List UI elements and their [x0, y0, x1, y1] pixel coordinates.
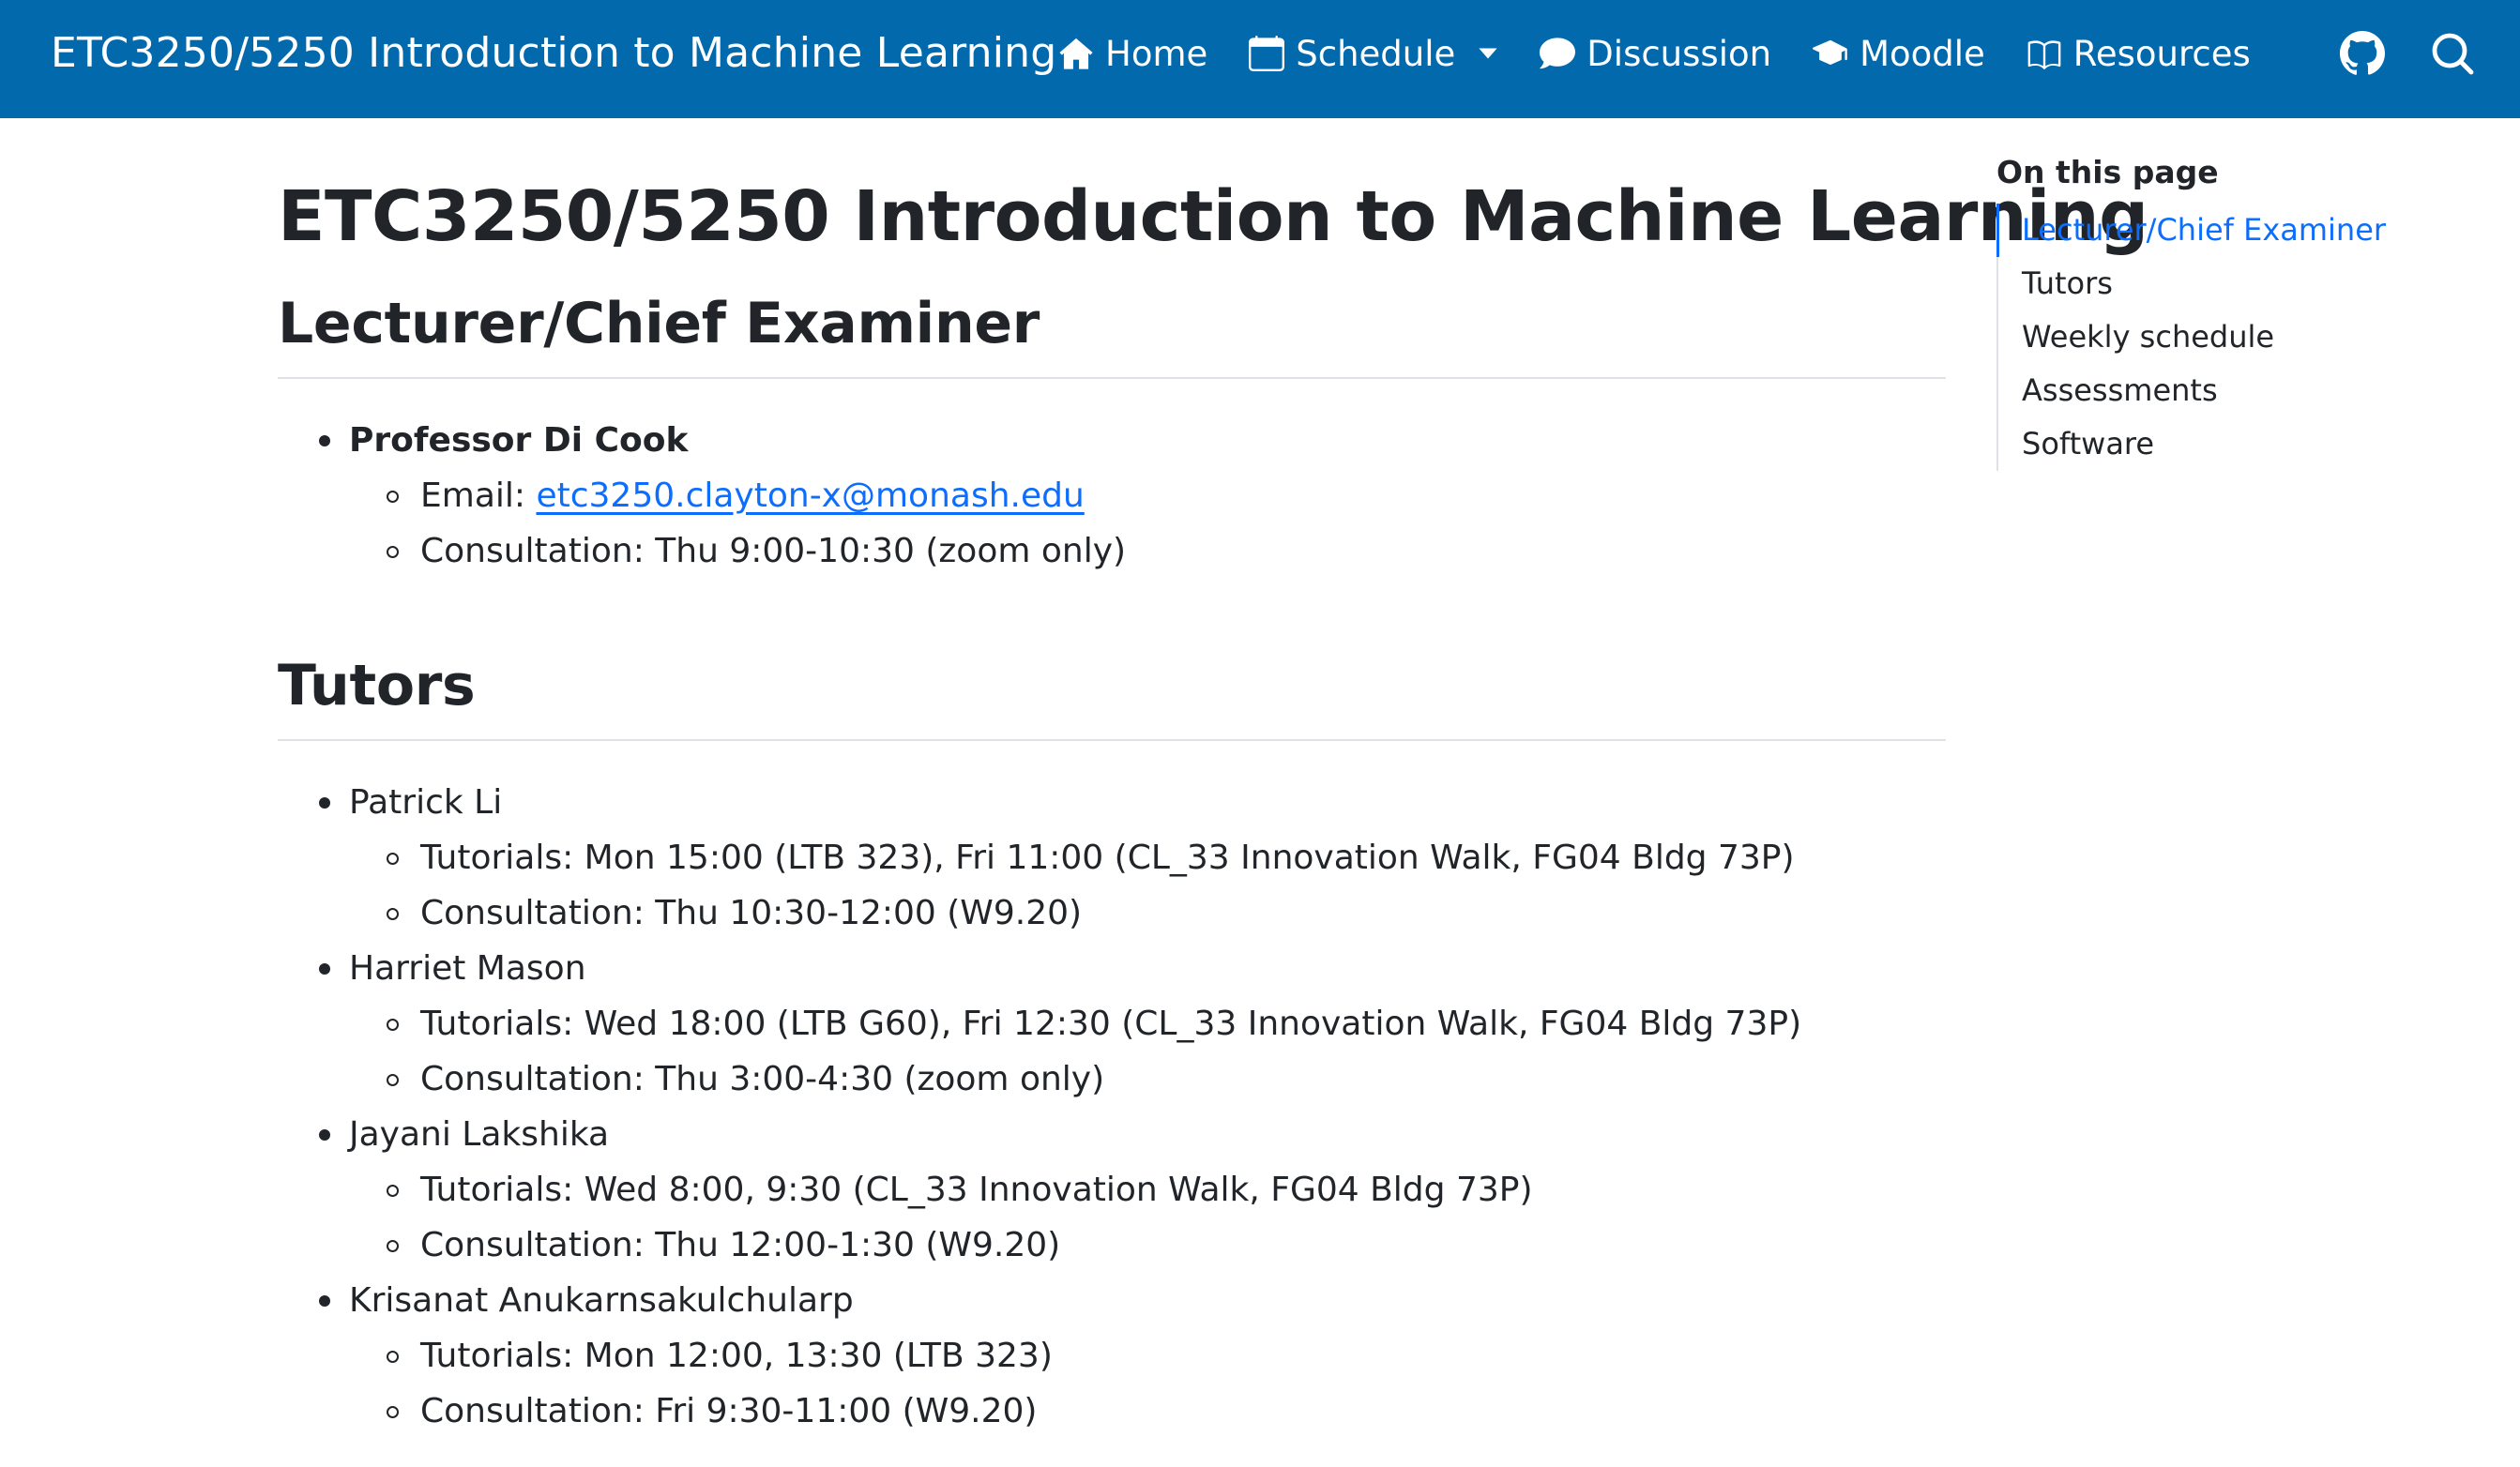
nav-schedule-dropdown[interactable]: Schedule: [1249, 34, 1498, 74]
nav-moodle[interactable]: Moodle: [1813, 34, 1985, 74]
mortarboard-icon: [1813, 39, 1847, 66]
lecturer-name: Professor Di Cook: [349, 421, 689, 460]
toc-item-assessments[interactable]: Assessments: [1996, 364, 2484, 417]
search-icon: [2432, 33, 2474, 75]
tutor-name: Jayani Lakshika: [349, 1115, 610, 1154]
tutor-name: Harriet Mason: [349, 949, 586, 988]
chevron-down-icon: [1479, 48, 1497, 59]
tutor-item: Harriet Mason Tutorials: Wed 18:00 (LTB …: [278, 941, 1946, 1107]
nav-resources[interactable]: Resources: [2027, 34, 2251, 74]
tutor-details: Tutorials: Mon 15:00 (LTB 323), Fri 11:0…: [349, 830, 1946, 941]
calendar-icon: [1249, 36, 1285, 71]
page-title: ETC3250/5250 Introduction to Machine Lea…: [278, 176, 2148, 257]
toc-item-lecturer[interactable]: Lecturer/Chief Examiner: [1996, 204, 2484, 257]
lecturer-details: Email: etc3250.clayton-x@monash.edu Cons…: [349, 468, 1946, 579]
tutor-details: Tutorials: Wed 8:00, 9:30 (CL_33 Innovat…: [349, 1162, 1946, 1273]
tutor-name: Patrick Li: [349, 783, 503, 822]
site-brand[interactable]: ETC3250/5250 Introduction to Machine Lea…: [51, 0, 1056, 107]
email-label: Email:: [420, 476, 537, 515]
tutor-consultation: Consultation: Thu 10:30-12:00 (W9.20): [349, 885, 1946, 941]
github-icon: [2340, 31, 2385, 75]
tutor-item: Krisanat Anukarnsakulchularp Tutorials: …: [278, 1273, 1946, 1439]
lecturer-heading: Lecturer/Chief Examiner: [278, 289, 1946, 379]
nav-links: Home Schedule Discussion Moodle Resource…: [1058, 0, 2292, 107]
tutor-name: Krisanat Anukarnsakulchularp: [349, 1281, 854, 1320]
tutor-item: Jayani Lakshika Tutorials: Wed 8:00, 9:3…: [278, 1107, 1946, 1273]
tutor-consultation: Consultation: Fri 9:30-11:00 (W9.20): [349, 1384, 1946, 1439]
toc-item-software[interactable]: Software: [1996, 417, 2484, 471]
tutor-consultation: Consultation: Thu 12:00-1:30 (W9.20): [349, 1217, 1946, 1273]
toc-item-weekly-schedule[interactable]: Weekly schedule: [1996, 310, 2484, 364]
lecturer-section: Lecturer/Chief Examiner Professor Di Coo…: [278, 289, 1946, 579]
top-navbar: ETC3250/5250 Introduction to Machine Lea…: [0, 0, 2520, 118]
tutors-section: Tutors Patrick Li Tutorials: Mon 15:00 (…: [278, 651, 1946, 1439]
list-item: Email: etc3250.clayton-x@monash.edu: [349, 468, 1946, 523]
nav-right-tools: [2295, 0, 2475, 107]
tutor-details: Tutorials: Mon 12:00, 13:30 (LTB 323) Co…: [349, 1328, 1946, 1439]
nav-moodle-label: Moodle: [1860, 33, 1985, 74]
tutor-tutorials: Tutorials: Wed 8:00, 9:30 (CL_33 Innovat…: [349, 1162, 1946, 1217]
tutors-heading: Tutors: [278, 651, 1946, 741]
nav-schedule-label: Schedule: [1296, 33, 1456, 74]
tutor-tutorials: Tutorials: Wed 18:00 (LTB G60), Fri 12:3…: [349, 996, 1946, 1051]
list-item: Professor Di Cook Email: etc3250.clayton…: [278, 413, 1946, 579]
lecturer-list: Professor Di Cook Email: etc3250.clayton…: [278, 413, 1946, 579]
toc-item-tutors[interactable]: Tutors: [1996, 257, 2484, 310]
list-item: Consultation: Thu 9:00-10:30 (zoom only): [349, 523, 1946, 579]
tutor-item: Patrick Li Tutorials: Mon 15:00 (LTB 323…: [278, 775, 1946, 941]
tutors-list: Patrick Li Tutorials: Mon 15:00 (LTB 323…: [278, 775, 1946, 1439]
table-of-contents: On this page Lecturer/Chief Examiner Tut…: [1996, 154, 2484, 471]
house-icon: [1059, 38, 1093, 69]
tutor-tutorials: Tutorials: Mon 15:00 (LTB 323), Fri 11:0…: [349, 830, 1946, 885]
tutor-details: Tutorials: Wed 18:00 (LTB G60), Fri 12:3…: [349, 996, 1946, 1107]
email-link[interactable]: etc3250.clayton-x@monash.edu: [536, 476, 1084, 515]
toc-title: On this page: [1996, 154, 2219, 190]
nav-home[interactable]: Home: [1058, 34, 1207, 74]
github-link[interactable]: [2340, 31, 2385, 76]
tutor-tutorials: Tutorials: Mon 12:00, 13:30 (LTB 323): [349, 1328, 1946, 1384]
tutor-consultation: Consultation: Thu 3:00-4:30 (zoom only): [349, 1051, 1946, 1107]
search-button[interactable]: [2430, 31, 2475, 76]
nav-discussion-label: Discussion: [1586, 33, 1772, 74]
nav-resources-label: Resources: [2072, 33, 2251, 74]
nav-discussion[interactable]: Discussion: [1540, 34, 1771, 74]
open-book-icon: [2027, 40, 2061, 69]
chat-bubble-icon: [1540, 38, 1576, 69]
nav-home-label: Home: [1105, 33, 1208, 74]
toc-list: Lecturer/Chief Examiner Tutors Weekly sc…: [1996, 204, 2484, 471]
